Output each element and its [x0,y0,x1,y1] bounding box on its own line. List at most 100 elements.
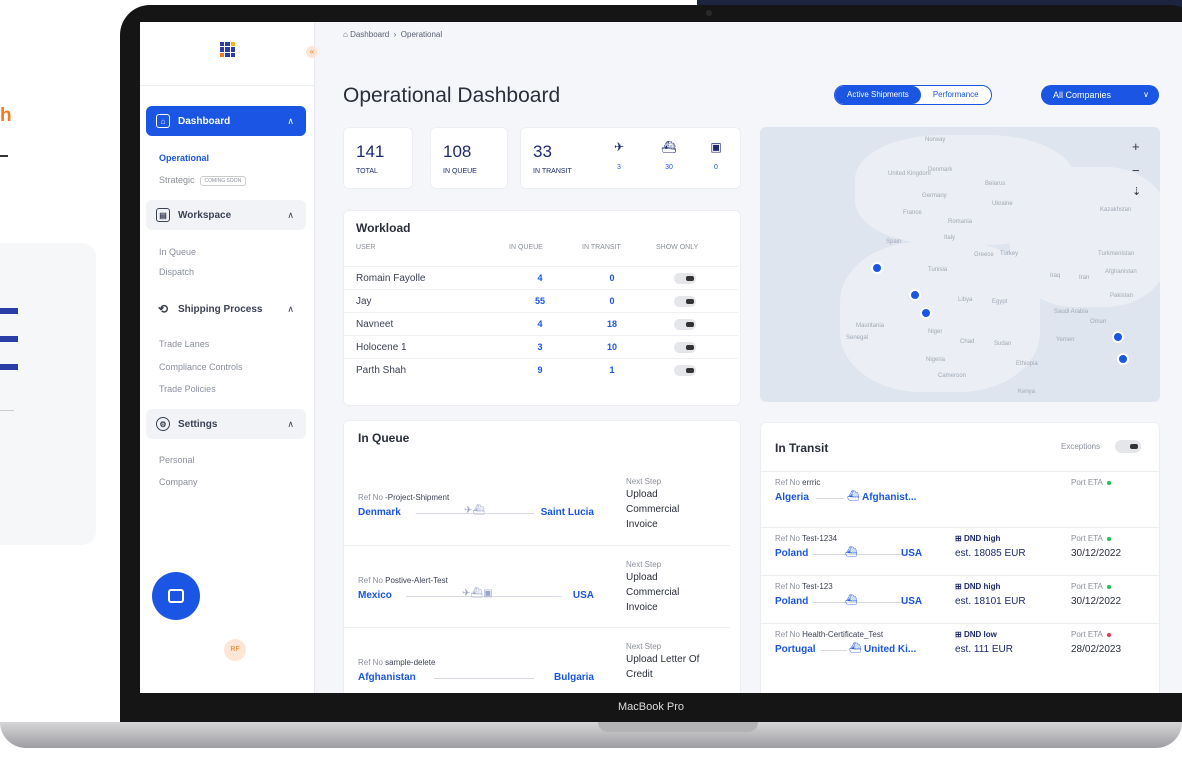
column-header: IN TRANSIT [582,244,621,251]
sidebar-section-workspace[interactable]: ▤ Workspace ∧ [146,200,306,230]
destination-country: Afghanist... [862,492,917,503]
dnd-level-text: DND high [963,582,1001,591]
transit-item[interactable]: Ref No Test-1234 Poland ⛴ USA ⊞ DND high… [761,527,1159,575]
mode-rail[interactable]: ▣ 0 [706,140,726,171]
compass-icon[interactable]: ⇣ [1132,185,1141,198]
stat-in-transit[interactable]: 33 IN TRANSIT ✈ 3 ⛴ 30 ▣ 0 [520,127,741,189]
background-card [0,243,96,545]
collapse-sidebar-icon[interactable]: « [306,46,318,58]
route-icon: ⟲ [157,302,169,316]
port-eta-label: Port ETA [1071,630,1111,639]
map-label: Ukraine [992,201,1013,207]
mode-air[interactable]: ✈ 3 [609,140,629,171]
stat-total[interactable]: 141 TOTAL [343,127,413,189]
show-only-toggle[interactable] [674,365,696,376]
transit-count: 1 [609,365,615,375]
show-only-toggle[interactable] [674,319,696,330]
app-logo-icon[interactable] [220,42,235,57]
sidebar-item-dispatch[interactable]: Dispatch [159,267,194,277]
map-label: Saudi Arabia [1054,309,1089,315]
destination-country: Saint Lucia [540,507,594,518]
zoom-out-button[interactable]: − [1132,163,1140,178]
home-icon: ⌂ [156,114,170,128]
transit-item[interactable]: Ref No errric Algeria ⛴ Afghanist... Por… [761,471,1159,519]
show-only-toggle[interactable] [674,273,696,284]
chevron-up-icon: ∧ [287,209,294,220]
shipment-map[interactable]: Norway United Kingdom Denmark Belarus Ge… [760,127,1160,402]
origin-country: Mexico [358,590,392,601]
breadcrumb-home[interactable]: Dashboard [350,30,389,39]
stat-value: 141 [356,142,385,161]
ref-value: errric [802,478,821,487]
sidebar-item-company[interactable]: Company [159,477,198,487]
queue-count: 3 [537,342,543,352]
home-icon[interactable]: ⌂ [343,30,348,39]
sidebar-section-dashboard[interactable]: ⌂ Dashboard ∧ [146,106,306,136]
sidebar-item-trade-lanes[interactable]: Trade Lanes [159,339,209,349]
in-queue-title: In Queue [358,431,410,445]
container-icon: ⊞ [955,630,964,639]
transit-count: 10 [606,342,617,352]
ref-no: Ref No sample-delete [358,658,435,667]
sidebar-item-personal[interactable]: Personal [159,455,195,465]
land-africa [840,242,1040,392]
sidebar-item-trade-policies[interactable]: Trade Policies [159,384,216,394]
queue-count: 4 [537,319,543,329]
table-row[interactable]: Navneet 4 18 [344,312,738,335]
sidebar-section-settings[interactable]: ⚙ Settings ∧ [146,409,306,439]
zoom-in-button[interactable]: + [1132,139,1140,154]
chat-button[interactable] [152,572,200,620]
map-label: Germany [922,193,947,199]
table-row[interactable]: Parth Shah 9 1 [344,358,738,381]
sidebar-item-operational[interactable]: Operational [159,153,209,163]
sidebar-section-shipping-process[interactable]: ⟲ Shipping Process ∧ [146,294,306,324]
queue-item[interactable]: Ref No -Project-Shipment Denmark ✈⛴ Sain… [344,463,730,545]
shipment-pin[interactable] [1112,331,1124,343]
device-label: MacBook Pro [120,693,1182,723]
user-name: Romain Fayolle [356,273,426,284]
shipment-pin[interactable] [909,289,921,301]
show-only-toggle[interactable] [674,296,696,307]
mode-sea[interactable]: ⛴ 30 [659,140,679,171]
origin-country: Poland [775,596,809,607]
chevron-up-icon: ∧ [287,303,294,314]
ref-prefix: Ref No [358,658,383,667]
ship-icon: ⛴ [847,491,860,502]
map-label: Kazakhstan [1100,207,1132,213]
map-label: Ethiopia [1016,361,1038,367]
in-queue-card: In Queue Ref No -Project-Shipment Denmar… [343,420,741,693]
show-only-toggle[interactable] [674,342,696,353]
transit-count: 18 [606,319,617,329]
route-line [816,498,844,499]
origin-country: Denmark [358,507,401,518]
queue-item[interactable]: Ref No sample-delete Afghanistan Bulgari… [344,627,730,693]
shipment-pin[interactable] [1117,353,1129,365]
ref-no: Ref No errric [775,478,820,487]
stat-in-queue[interactable]: 108 IN QUEUE [430,127,508,189]
tab-performance[interactable]: Performance [921,86,991,104]
exceptions-toggle[interactable] [1115,440,1141,453]
sidebar-item-strategic[interactable]: Strategic COMING SOON [159,175,247,186]
dnd-level: ⊞ DND low [955,630,997,639]
sidebar-item-compliance-controls[interactable]: Compliance Controls [159,362,243,372]
workload-card: Workload USER IN QUEUE IN TRANSIT SHOW O… [343,210,741,406]
destination-country: USA [901,548,923,559]
table-row[interactable]: Holocene 1 3 10 [344,335,738,358]
transit-item[interactable]: Ref No Test-123 Poland ⛴ USA ⊞ DND high … [761,575,1159,623]
port-eta-date: 28/02/2023 [1071,644,1122,655]
route-line [434,678,534,679]
shipment-pin[interactable] [871,262,883,274]
shipment-pin[interactable] [920,307,932,319]
company-select[interactable]: All Companies ∨ [1041,85,1159,105]
sidebar-section-label: Shipping Process [178,303,263,315]
sidebar-item-in-queue[interactable]: In Queue [159,247,196,257]
ref-value: Test-123 [801,582,833,591]
avatar[interactable]: RF [224,639,246,661]
mode-count: 0 [714,164,718,171]
stat-value: 108 [443,142,472,161]
table-row[interactable]: Jay 55 0 [344,289,738,312]
tab-active-shipments[interactable]: Active Shipments [835,86,921,104]
table-row[interactable]: Romain Fayolle 4 0 [344,266,738,289]
queue-item[interactable]: Ref No Postive-Alert-Test Mexico ✈⛴▣ USA… [344,545,730,627]
transit-item[interactable]: Ref No Health-Certificate_Test Portugal … [761,623,1159,671]
